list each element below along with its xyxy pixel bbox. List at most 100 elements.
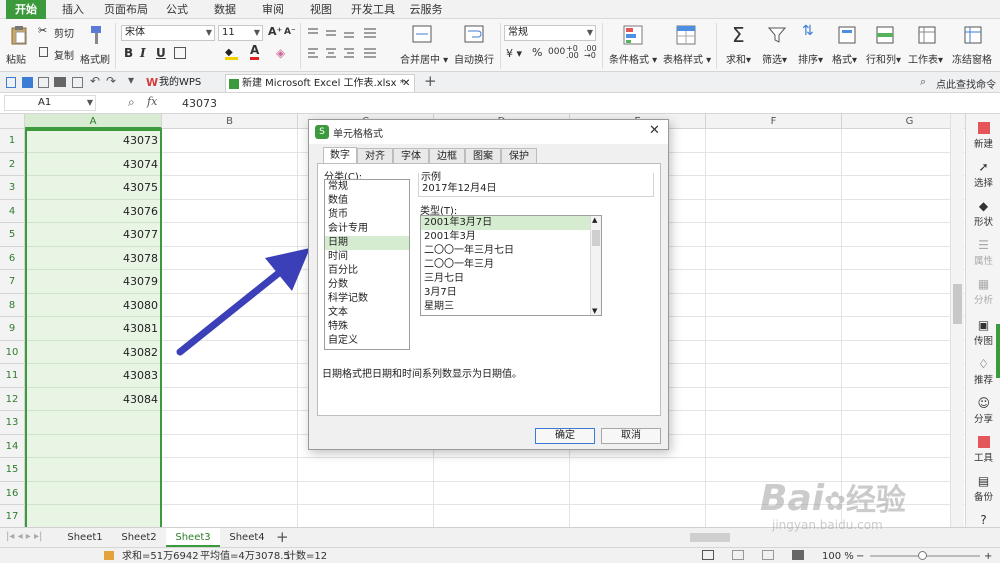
- column-header-a[interactable]: A: [25, 114, 162, 129]
- new-doc-icon[interactable]: [6, 77, 16, 88]
- row-header[interactable]: 12: [0, 387, 25, 411]
- sum-button[interactable]: Σ 求和▾: [722, 23, 756, 69]
- dialog-tab-protection[interactable]: 保护: [501, 148, 537, 164]
- row-header[interactable]: 8: [0, 293, 25, 317]
- category-item[interactable]: 文本: [325, 306, 409, 320]
- type-item[interactable]: 二〇〇一年三月七日: [421, 244, 590, 258]
- row-header[interactable]: 3: [0, 176, 25, 200]
- panel-recommend[interactable]: ♢ 推荐: [966, 358, 1000, 386]
- number-format-select[interactable]: 常规 ▼: [504, 25, 596, 41]
- export-icon[interactable]: [38, 77, 49, 88]
- tab-excel-file[interactable]: 新建 Microsoft Excel 工作表.xlsx * ✕: [225, 74, 415, 92]
- sheet-tab-2[interactable]: Sheet2: [112, 528, 166, 547]
- panel-upload-image[interactable]: ▣ 传图: [966, 319, 1000, 347]
- panel-tools[interactable]: 工具: [966, 436, 1000, 464]
- zoom-out-icon[interactable]: −: [856, 549, 864, 564]
- thousands-icon[interactable]: 000: [548, 47, 565, 57]
- vertical-scrollbar[interactable]: [950, 114, 964, 527]
- row-col-button[interactable]: 行和列▾: [864, 23, 906, 69]
- row-header[interactable]: 4: [0, 199, 25, 223]
- tab-formulas[interactable]: 公式: [160, 0, 194, 19]
- font-size-select[interactable]: 11 ▼: [218, 25, 263, 41]
- ok-button[interactable]: 确定: [535, 428, 595, 444]
- column-header-b[interactable]: B: [162, 114, 298, 129]
- fx-icon[interactable]: fx: [147, 95, 157, 108]
- scroll-down-icon[interactable]: ▼: [592, 307, 597, 315]
- zoom-level[interactable]: 100 %: [822, 549, 854, 564]
- category-item[interactable]: 特殊: [325, 320, 409, 334]
- category-item[interactable]: 货币: [325, 208, 409, 222]
- close-tab-icon[interactable]: ✕: [402, 75, 410, 93]
- horizontal-scroll-thumb[interactable]: [690, 533, 730, 542]
- italic-button[interactable]: I: [140, 46, 146, 60]
- filter-button[interactable]: 筛选▾: [760, 23, 794, 69]
- worksheet-button[interactable]: 工作表▾: [906, 23, 948, 69]
- panel-shape[interactable]: ◆ 形状: [966, 200, 1000, 228]
- customize-icon[interactable]: ▾: [128, 73, 134, 87]
- type-item[interactable]: 二〇〇一年三月: [421, 258, 590, 272]
- row-header[interactable]: 7: [0, 270, 25, 294]
- table-style-button[interactable]: 表格样式 ▾: [661, 23, 711, 69]
- zoom-icon[interactable]: ⌕: [128, 95, 135, 110]
- tab-cloud[interactable]: 云服务: [406, 0, 446, 19]
- increase-font-icon[interactable]: A⁺: [268, 25, 282, 38]
- dialog-tab-border[interactable]: 边框: [429, 148, 465, 164]
- row-header[interactable]: 11: [0, 364, 25, 388]
- category-item[interactable]: 常规: [325, 180, 409, 194]
- type-list-scrollbar[interactable]: ▲ ▼: [590, 216, 601, 315]
- decrease-font-icon[interactable]: A⁻: [284, 27, 296, 37]
- page-break-view-icon[interactable]: [762, 550, 774, 560]
- category-item[interactable]: 时间: [325, 250, 409, 264]
- category-item[interactable]: 百分比: [325, 264, 409, 278]
- normal-view-icon[interactable]: [702, 550, 714, 560]
- zoom-in-icon[interactable]: +: [984, 549, 992, 564]
- sheet-tab-3[interactable]: Sheet3: [166, 528, 220, 547]
- name-box[interactable]: A1 ▼: [4, 95, 96, 111]
- row-header[interactable]: 10: [0, 340, 25, 364]
- tab-data[interactable]: 数据: [208, 0, 242, 19]
- row-header[interactable]: 14: [0, 434, 25, 458]
- format-painter-button[interactable]: 格式刷: [80, 23, 112, 69]
- save-icon[interactable]: [22, 77, 33, 88]
- tab-page-layout[interactable]: 页面布局: [100, 0, 152, 19]
- category-item[interactable]: 自定义: [325, 334, 409, 348]
- row-header[interactable]: 9: [0, 317, 25, 341]
- dialog-tab-alignment[interactable]: 对齐: [357, 148, 393, 164]
- scroll-thumb[interactable]: [592, 230, 600, 246]
- underline-button[interactable]: U: [156, 46, 166, 60]
- zoom-slider-handle[interactable]: [918, 551, 927, 560]
- macro-icon[interactable]: [104, 551, 114, 560]
- type-item[interactable]: 星期三: [421, 300, 590, 314]
- column-header-f[interactable]: F: [706, 114, 842, 129]
- copy-button[interactable]: 复制: [38, 46, 80, 62]
- select-all-corner[interactable]: [0, 114, 25, 129]
- tab-developer[interactable]: 开发工具: [350, 0, 396, 19]
- merge-center-button[interactable]: 合并居中 ▾: [398, 23, 448, 69]
- add-sheet-icon[interactable]: +: [276, 528, 289, 546]
- redo-icon[interactable]: ↷: [106, 74, 116, 88]
- cut-button[interactable]: ✂ 剪切: [38, 24, 80, 40]
- row-header[interactable]: 17: [0, 505, 25, 527]
- dialog-tab-pattern[interactable]: 图案: [465, 148, 501, 164]
- type-item[interactable]: 3月7日: [421, 286, 590, 300]
- vertical-align-icons[interactable]: [306, 27, 386, 39]
- row-header[interactable]: 16: [0, 481, 25, 505]
- currency-icon[interactable]: ¥ ▾: [506, 47, 522, 60]
- undo-icon[interactable]: ↶: [90, 74, 100, 88]
- panel-new[interactable]: 新建: [966, 122, 1000, 150]
- freeze-panes-button[interactable]: 冻结窗格: [950, 23, 1000, 69]
- panel-select[interactable]: ➚ 选择: [966, 161, 1000, 189]
- increase-decimal-icon[interactable]: +0.00: [566, 45, 579, 60]
- row-header[interactable]: 13: [0, 411, 25, 435]
- clear-format-icon[interactable]: ◈: [276, 46, 285, 60]
- find-command-search[interactable]: 点此查找命令: [936, 76, 996, 91]
- column-header-g[interactable]: G: [842, 114, 965, 129]
- tab-my-wps[interactable]: W 我的WPS: [143, 74, 223, 92]
- category-item[interactable]: 会计专用: [325, 222, 409, 236]
- tab-insert[interactable]: 插入: [56, 0, 90, 19]
- page-layout-view-icon[interactable]: [732, 550, 744, 560]
- panel-backup[interactable]: ▤ 备份: [966, 475, 1000, 503]
- sheet-nav-icons[interactable]: |◂ ◂ ▸ ▸|: [6, 531, 42, 542]
- print-icon[interactable]: [54, 77, 66, 87]
- close-icon[interactable]: ✕: [649, 123, 660, 138]
